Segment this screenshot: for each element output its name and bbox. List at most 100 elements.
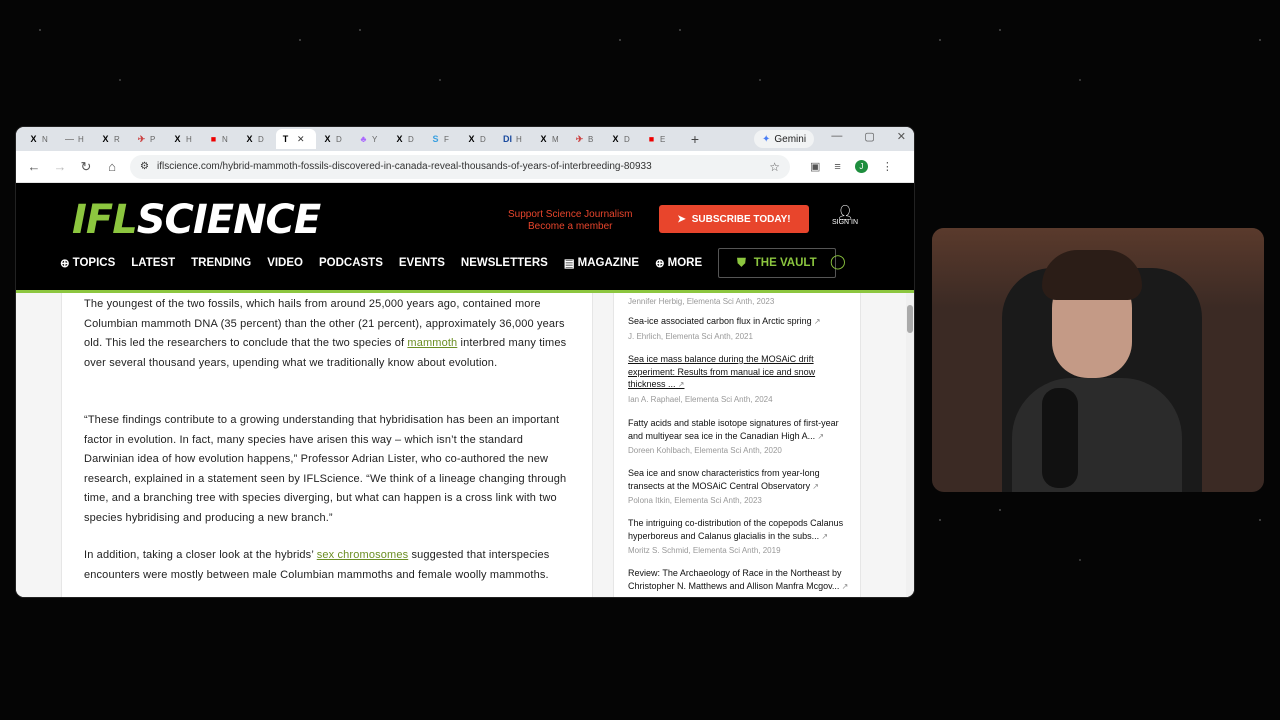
- ref-title[interactable]: Sea ice and snow characteristics from ye…: [628, 467, 850, 493]
- browser-tab[interactable]: XD: [318, 129, 352, 149]
- related-research-sidebar: Jennifer Herbig, Elementa Sci Anth, 2023…: [613, 293, 861, 597]
- ref-title-text: Sea-ice associated carbon flux in Arctic…: [628, 316, 812, 326]
- tab-title: R: [114, 134, 120, 144]
- browser-tab[interactable]: XD: [606, 129, 640, 149]
- mammoth-link[interactable]: mammoth: [407, 337, 457, 349]
- browser-tab[interactable]: XD: [462, 129, 496, 149]
- support-link[interactable]: Support Science Journalism Become a memb…: [508, 209, 633, 233]
- sex-chromosomes-link[interactable]: sex chromosomes: [317, 549, 409, 561]
- minimize-icon[interactable]: —: [831, 130, 842, 143]
- external-link-icon: ↗: [675, 380, 685, 389]
- close-window-icon[interactable]: ✕: [897, 130, 906, 143]
- browser-tab[interactable]: XD: [240, 129, 274, 149]
- page-content: The youngest of the two fossils, which h…: [16, 293, 914, 597]
- maximize-icon[interactable]: ▢: [864, 130, 874, 143]
- nav-more[interactable]: ⊕ MORE: [655, 256, 702, 270]
- tab-favicon-icon: X: [174, 134, 181, 144]
- nav-podcasts[interactable]: PODCASTS: [319, 257, 383, 269]
- window-controls: — ▢ ✕: [831, 130, 906, 143]
- browser-tab[interactable]: DI H: [498, 129, 532, 149]
- paper-plane-icon: ➤: [677, 213, 686, 225]
- tab-title: H: [516, 134, 522, 144]
- ref-meta: J. Ehrlich, Elementa Sci Anth, 2021: [628, 331, 753, 341]
- nav-magazine[interactable]: ▤ MAGAZINE: [564, 256, 639, 270]
- browser-tab[interactable]: XR: [96, 129, 130, 149]
- tab-title: B: [588, 134, 594, 144]
- browser-tab[interactable]: SF: [426, 129, 460, 149]
- tab-title: D: [258, 134, 264, 144]
- gemini-label: Gemini: [774, 133, 807, 145]
- streamer-hair: [1042, 250, 1142, 300]
- tab-favicon-icon: X: [612, 134, 619, 144]
- reload-icon[interactable]: ↻: [78, 159, 94, 175]
- related-reference[interactable]: Sea-ice associated carbon flux in Arctic…: [628, 315, 850, 341]
- browser-tab[interactable]: XD: [390, 129, 424, 149]
- home-icon[interactable]: ⌂: [104, 159, 120, 174]
- related-reference[interactable]: The intriguing co-distribution of the co…: [628, 517, 850, 555]
- ref-title[interactable]: Sea ice mass balance during the MOSAiC d…: [628, 353, 850, 392]
- iflscience-logo[interactable]: IFLSCIENCE: [72, 197, 321, 243]
- reading-list-icon[interactable]: ≡: [834, 161, 840, 173]
- subscribe-button[interactable]: ➤ SUBSCRIBE TODAY!: [659, 205, 809, 233]
- back-icon[interactable]: ←: [26, 159, 42, 174]
- browser-tab[interactable]: — H: [60, 129, 94, 149]
- browser-tab[interactable]: XM: [534, 129, 568, 149]
- related-reference[interactable]: Fatty acids and stable isotope signature…: [628, 417, 850, 455]
- subscribe-label: SUBSCRIBE TODAY!: [691, 213, 791, 225]
- browser-tab[interactable]: XH: [168, 129, 202, 149]
- tab-title: D: [408, 134, 414, 144]
- nav-label: VIDEO: [267, 257, 303, 269]
- tab-title: N: [42, 134, 48, 144]
- tab-favicon-icon: —: [65, 134, 74, 144]
- related-reference[interactable]: Sea ice mass balance during the MOSAiC d…: [628, 353, 850, 404]
- tab-favicon-icon: ■: [648, 134, 655, 144]
- nav-trending[interactable]: TRENDING: [191, 257, 251, 269]
- ref-title[interactable]: Sea-ice associated carbon flux in Arctic…: [628, 315, 850, 329]
- page-scrollbar[interactable]: [906, 293, 914, 597]
- ref-meta: Doreen Kohlbach, Elementa Sci Anth, 2020: [628, 446, 782, 455]
- tab-title: D: [624, 134, 630, 144]
- browser-tab[interactable]: ✈ P: [132, 129, 166, 149]
- nav-topics[interactable]: ⊕ TOPICS: [60, 256, 115, 270]
- nav-events[interactable]: EVENTS: [399, 257, 445, 269]
- external-link-icon: ↗: [819, 531, 829, 541]
- tab-favicon-icon: X: [396, 134, 403, 144]
- nav-latest[interactable]: LATEST: [131, 257, 175, 269]
- microphone: [1042, 388, 1078, 488]
- nav-newsletters[interactable]: NEWSLETTERS: [461, 257, 548, 269]
- related-reference[interactable]: Review: The Archaeology of Race in the N…: [628, 567, 850, 593]
- browser-tab[interactable]: ■ E: [642, 129, 676, 149]
- tab-favicon-icon: DI: [503, 134, 512, 144]
- ref-title[interactable]: The intriguing co-distribution of the co…: [628, 517, 850, 543]
- ref-title[interactable]: Review: The Archaeology of Race in the N…: [628, 567, 850, 593]
- menu-dots-icon[interactable]: ⋮: [882, 160, 893, 173]
- new-tab-button[interactable]: +: [686, 131, 704, 147]
- url-field[interactable]: ⚙ iflscience.com/hybrid-mammoth-fossils-…: [130, 154, 790, 179]
- ref-meta: Ian A. Raphael, Elementa Sci Anth, 2024: [628, 394, 773, 404]
- browser-tab[interactable]: ■ N: [204, 129, 238, 149]
- search-icon[interactable]: ◯: [830, 253, 846, 270]
- ref-title[interactable]: Fatty acids and stable isotope signature…: [628, 417, 850, 443]
- sign-in-button[interactable]: 👤︎ SIGN IN: [828, 205, 862, 226]
- profile-avatar[interactable]: J: [854, 160, 868, 173]
- browser-tab[interactable]: XN: [24, 129, 58, 149]
- tab-favicon-icon: ♣: [360, 134, 367, 144]
- close-tab-icon[interactable]: ✕: [297, 134, 305, 145]
- the-vault-button[interactable]: ⛊ THE VAULT: [718, 248, 836, 278]
- nav-video[interactable]: VIDEO: [267, 257, 303, 269]
- url-text: iflscience.com/hybrid-mammoth-fossils-di…: [156, 161, 652, 172]
- related-reference[interactable]: Sea ice and snow characteristics from ye…: [628, 467, 850, 505]
- gemini-button[interactable]: ✦ Gemini: [754, 130, 815, 148]
- tab-favicon-icon: X: [540, 134, 547, 144]
- address-bar-row: ← → ↻ ⌂ ⚙ iflscience.com/hybrid-mammoth-…: [16, 151, 914, 183]
- site-info-icon[interactable]: ⚙: [140, 161, 149, 172]
- scroll-thumb[interactable]: [907, 305, 913, 333]
- bookmark-star-icon[interactable]: ☆: [769, 160, 780, 174]
- browser-tab[interactable]: ✈ B: [570, 129, 604, 149]
- nav-label: EVENTS: [398, 257, 445, 269]
- external-link-icon: ↗: [811, 317, 821, 326]
- forward-icon[interactable]: →: [52, 159, 68, 174]
- screen-cast-icon[interactable]: ▣: [810, 160, 820, 173]
- browser-tab[interactable]: T ✕: [276, 129, 316, 149]
- browser-tab[interactable]: ♣ Y: [354, 129, 388, 149]
